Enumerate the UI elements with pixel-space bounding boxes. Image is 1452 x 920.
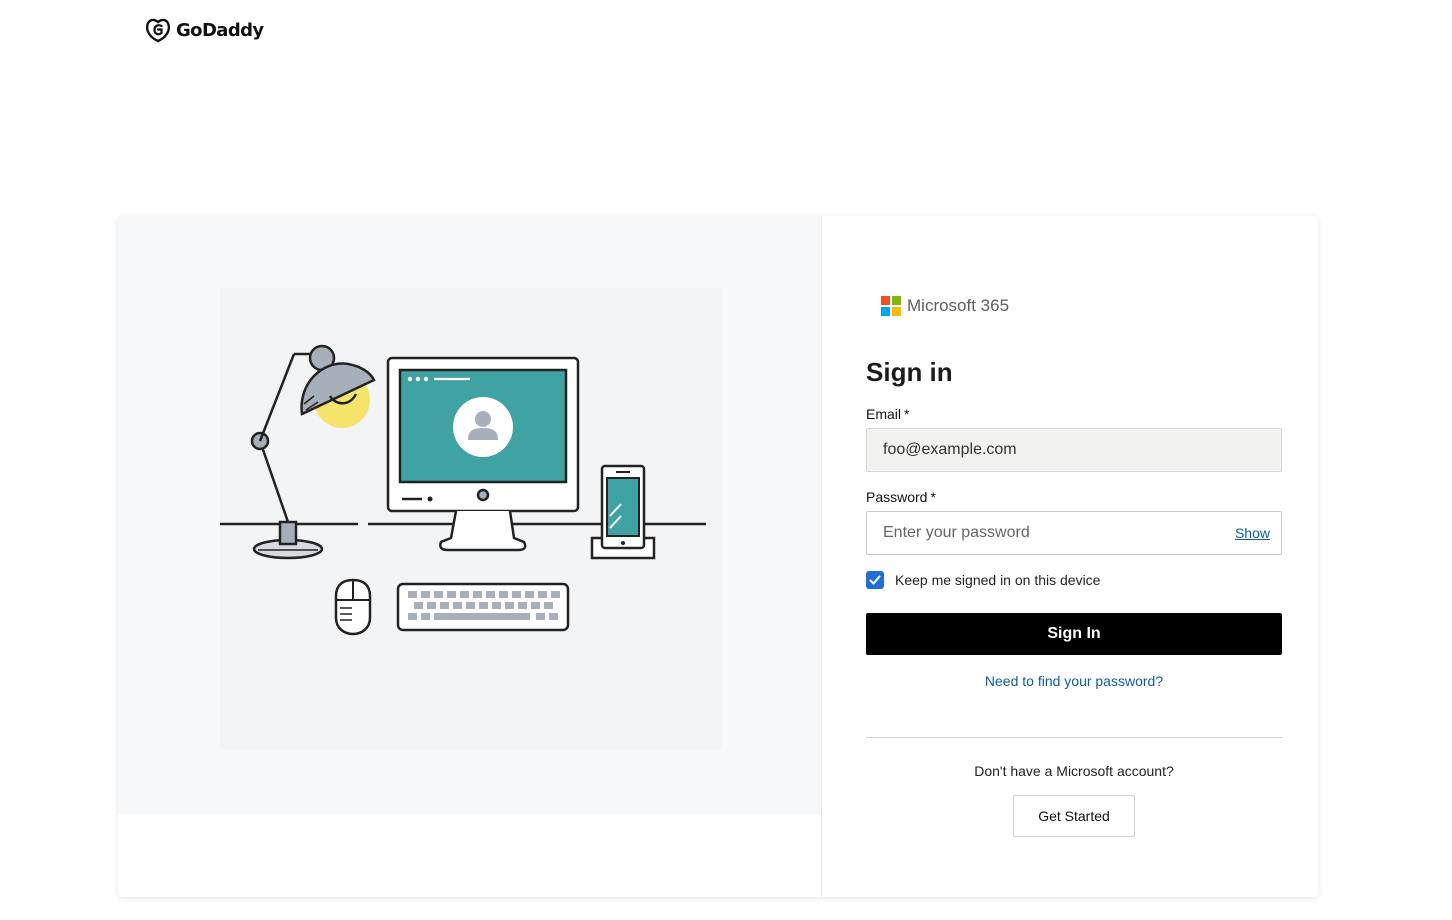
signin-card: Microsoft 365 Sign in Email * foo@example…	[118, 216, 1318, 897]
workspace-illustration	[220, 344, 706, 636]
microsoft-logo-icon	[881, 296, 901, 316]
product-brand: Microsoft 365	[881, 296, 1009, 316]
keyboard-icon	[396, 582, 570, 632]
email-value: foo@example.com	[883, 441, 1017, 458]
email-field[interactable]: foo@example.com	[866, 428, 1282, 472]
phone-icon	[590, 464, 656, 560]
godaddy-logo-icon[interactable]	[144, 16, 172, 44]
product-name: Microsoft 365	[907, 296, 1010, 315]
site-header: GoDaddy	[144, 14, 264, 46]
get-started-button[interactable]: Get Started	[1013, 795, 1135, 837]
password-field-container: Show	[866, 511, 1282, 555]
checkmark-icon	[869, 575, 881, 585]
keep-signed-in-label[interactable]: Keep me signed in on this device	[895, 572, 1100, 588]
signin-form-panel: Microsoft 365 Sign in Email * foo@example…	[821, 216, 1318, 897]
password-input[interactable]	[867, 512, 1235, 554]
keep-signed-in-checkbox[interactable]	[866, 571, 884, 589]
desk-lamp-icon	[250, 344, 376, 560]
divider	[866, 737, 1282, 738]
illustration-panel	[118, 216, 821, 897]
mouse-icon	[334, 578, 372, 636]
password-label: Password *	[866, 489, 936, 505]
forgot-password-link[interactable]: Need to find your password?	[866, 673, 1282, 689]
show-password-link[interactable]: Show	[1235, 525, 1270, 541]
sign-in-button[interactable]: Sign In	[866, 613, 1282, 655]
page-title: Sign in	[866, 357, 953, 387]
brand-name[interactable]: GoDaddy	[176, 20, 264, 41]
user-avatar-icon	[453, 397, 513, 457]
email-label: Email *	[866, 406, 910, 422]
keep-signed-in-row: Keep me signed in on this device	[866, 571, 1100, 589]
no-account-text: Don't have a Microsoft account?	[974, 763, 1174, 779]
